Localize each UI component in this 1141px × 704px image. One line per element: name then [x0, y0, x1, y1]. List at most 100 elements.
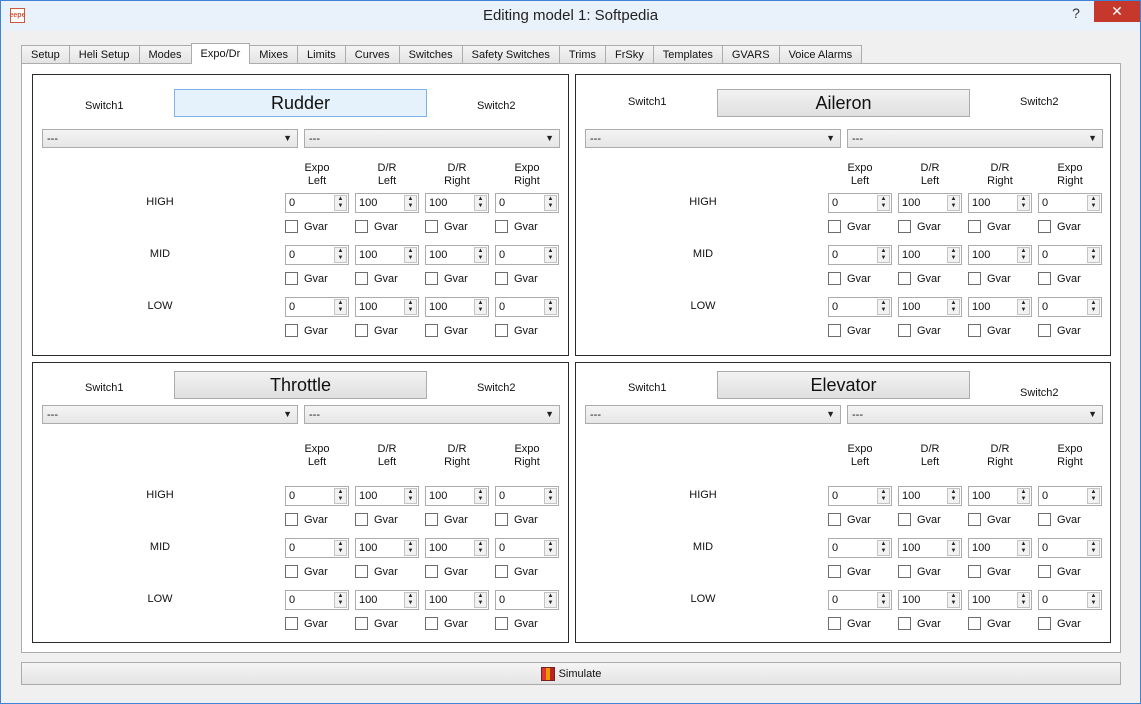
value-spinbox[interactable]: 0 ▲ ▼ — [285, 193, 349, 213]
value-spinbox[interactable]: 0 ▲ ▼ — [1038, 538, 1102, 558]
switch1-dropdown[interactable]: --- ▼ — [585, 405, 841, 424]
spin-arrows-icon[interactable]: ▲ ▼ — [544, 247, 557, 263]
checkbox-box[interactable] — [898, 513, 911, 526]
value-spinbox[interactable]: 100 ▲ ▼ — [425, 538, 489, 558]
checkbox-box[interactable] — [425, 324, 438, 337]
gvar-checkbox[interactable]: Gvar — [1038, 513, 1081, 526]
gvar-checkbox[interactable]: Gvar — [1038, 272, 1081, 285]
spin-arrows-icon[interactable]: ▲ ▼ — [404, 540, 417, 556]
checkbox-box[interactable] — [968, 272, 981, 285]
checkbox-box[interactable] — [355, 220, 368, 233]
gvar-checkbox[interactable]: Gvar — [828, 513, 871, 526]
gvar-checkbox[interactable]: Gvar — [425, 220, 468, 233]
checkbox-box[interactable] — [425, 272, 438, 285]
spin-arrows-icon[interactable]: ▲ ▼ — [1017, 488, 1030, 504]
tab-expo-dr[interactable]: Expo/Dr — [190, 43, 251, 64]
gvar-checkbox[interactable]: Gvar — [828, 617, 871, 630]
checkbox-box[interactable] — [1038, 617, 1051, 630]
switch2-dropdown[interactable]: --- ▼ — [304, 129, 560, 148]
gvar-checkbox[interactable]: Gvar — [898, 272, 941, 285]
value-spinbox[interactable]: 0 ▲ ▼ — [285, 590, 349, 610]
value-spinbox[interactable]: 0 ▲ ▼ — [1038, 245, 1102, 265]
spin-arrows-icon[interactable]: ▲ ▼ — [1087, 247, 1100, 263]
value-spinbox[interactable]: 0 ▲ ▼ — [828, 297, 892, 317]
spin-arrows-icon[interactable]: ▲ ▼ — [404, 247, 417, 263]
value-spinbox[interactable]: 100 ▲ ▼ — [355, 538, 419, 558]
spin-arrows-icon[interactable]: ▲ ▼ — [877, 299, 890, 315]
gvar-checkbox[interactable]: Gvar — [968, 565, 1011, 578]
value-spinbox[interactable]: 0 ▲ ▼ — [285, 486, 349, 506]
gvar-checkbox[interactable]: Gvar — [495, 324, 538, 337]
spin-arrows-icon[interactable]: ▲ ▼ — [947, 592, 960, 608]
gvar-checkbox[interactable]: Gvar — [968, 272, 1011, 285]
value-spinbox[interactable]: 100 ▲ ▼ — [425, 486, 489, 506]
spin-arrows-icon[interactable]: ▲ ▼ — [1087, 195, 1100, 211]
value-spinbox[interactable]: 0 ▲ ▼ — [828, 245, 892, 265]
tab-mixes[interactable]: Mixes — [249, 45, 299, 64]
spin-arrows-icon[interactable]: ▲ ▼ — [474, 299, 487, 315]
spin-arrows-icon[interactable]: ▲ ▼ — [334, 247, 347, 263]
value-spinbox[interactable]: 100 ▲ ▼ — [355, 245, 419, 265]
checkbox-box[interactable] — [495, 513, 508, 526]
spin-arrows-icon[interactable]: ▲ ▼ — [334, 195, 347, 211]
tab-setup[interactable]: Setup — [21, 45, 70, 64]
rudder-button[interactable]: Rudder — [174, 89, 427, 117]
checkbox-box[interactable] — [968, 324, 981, 337]
gvar-checkbox[interactable]: Gvar — [285, 565, 328, 578]
checkbox-box[interactable] — [968, 565, 981, 578]
switch2-dropdown[interactable]: --- ▼ — [847, 405, 1103, 424]
gvar-checkbox[interactable]: Gvar — [898, 513, 941, 526]
gvar-checkbox[interactable]: Gvar — [495, 220, 538, 233]
checkbox-box[interactable] — [828, 513, 841, 526]
gvar-checkbox[interactable]: Gvar — [425, 513, 468, 526]
spin-arrows-icon[interactable]: ▲ ▼ — [404, 195, 417, 211]
gvar-checkbox[interactable]: Gvar — [355, 617, 398, 630]
spin-arrows-icon[interactable]: ▲ ▼ — [334, 299, 347, 315]
spin-arrows-icon[interactable]: ▲ ▼ — [877, 540, 890, 556]
checkbox-box[interactable] — [828, 617, 841, 630]
help-button[interactable]: ? — [1066, 5, 1086, 21]
value-spinbox[interactable]: 100 ▲ ▼ — [355, 486, 419, 506]
simulate-button[interactable]: Simulate — [21, 662, 1121, 685]
value-spinbox[interactable]: 100 ▲ ▼ — [425, 590, 489, 610]
checkbox-box[interactable] — [828, 272, 841, 285]
gvar-checkbox[interactable]: Gvar — [495, 272, 538, 285]
value-spinbox[interactable]: 100 ▲ ▼ — [898, 486, 962, 506]
checkbox-box[interactable] — [495, 272, 508, 285]
spin-arrows-icon[interactable]: ▲ ▼ — [544, 299, 557, 315]
value-spinbox[interactable]: 0 ▲ ▼ — [495, 193, 559, 213]
gvar-checkbox[interactable]: Gvar — [828, 565, 871, 578]
switch2-dropdown[interactable]: --- ▼ — [847, 129, 1103, 148]
elevator-button[interactable]: Elevator — [717, 371, 970, 399]
checkbox-box[interactable] — [1038, 324, 1051, 337]
checkbox-box[interactable] — [425, 513, 438, 526]
value-spinbox[interactable]: 0 ▲ ▼ — [285, 297, 349, 317]
checkbox-box[interactable] — [285, 324, 298, 337]
spin-arrows-icon[interactable]: ▲ ▼ — [1087, 540, 1100, 556]
tab-limits[interactable]: Limits — [297, 45, 346, 64]
spin-arrows-icon[interactable]: ▲ ▼ — [877, 488, 890, 504]
gvar-checkbox[interactable]: Gvar — [355, 220, 398, 233]
value-spinbox[interactable]: 0 ▲ ▼ — [828, 538, 892, 558]
gvar-checkbox[interactable]: Gvar — [1038, 220, 1081, 233]
checkbox-box[interactable] — [495, 617, 508, 630]
spin-arrows-icon[interactable]: ▲ ▼ — [544, 540, 557, 556]
checkbox-box[interactable] — [495, 565, 508, 578]
spin-arrows-icon[interactable]: ▲ ▼ — [877, 592, 890, 608]
value-spinbox[interactable]: 0 ▲ ▼ — [495, 538, 559, 558]
tab-trims[interactable]: Trims — [558, 45, 606, 64]
value-spinbox[interactable]: 0 ▲ ▼ — [1038, 297, 1102, 317]
spin-arrows-icon[interactable]: ▲ ▼ — [1017, 195, 1030, 211]
gvar-checkbox[interactable]: Gvar — [425, 617, 468, 630]
gvar-checkbox[interactable]: Gvar — [495, 617, 538, 630]
value-spinbox[interactable]: 100 ▲ ▼ — [425, 297, 489, 317]
checkbox-box[interactable] — [828, 220, 841, 233]
checkbox-box[interactable] — [898, 272, 911, 285]
checkbox-box[interactable] — [425, 565, 438, 578]
spin-arrows-icon[interactable]: ▲ ▼ — [947, 299, 960, 315]
gvar-checkbox[interactable]: Gvar — [1038, 565, 1081, 578]
gvar-checkbox[interactable]: Gvar — [1038, 324, 1081, 337]
tab-curves[interactable]: Curves — [344, 45, 400, 64]
gvar-checkbox[interactable]: Gvar — [968, 220, 1011, 233]
spin-arrows-icon[interactable]: ▲ ▼ — [1017, 247, 1030, 263]
